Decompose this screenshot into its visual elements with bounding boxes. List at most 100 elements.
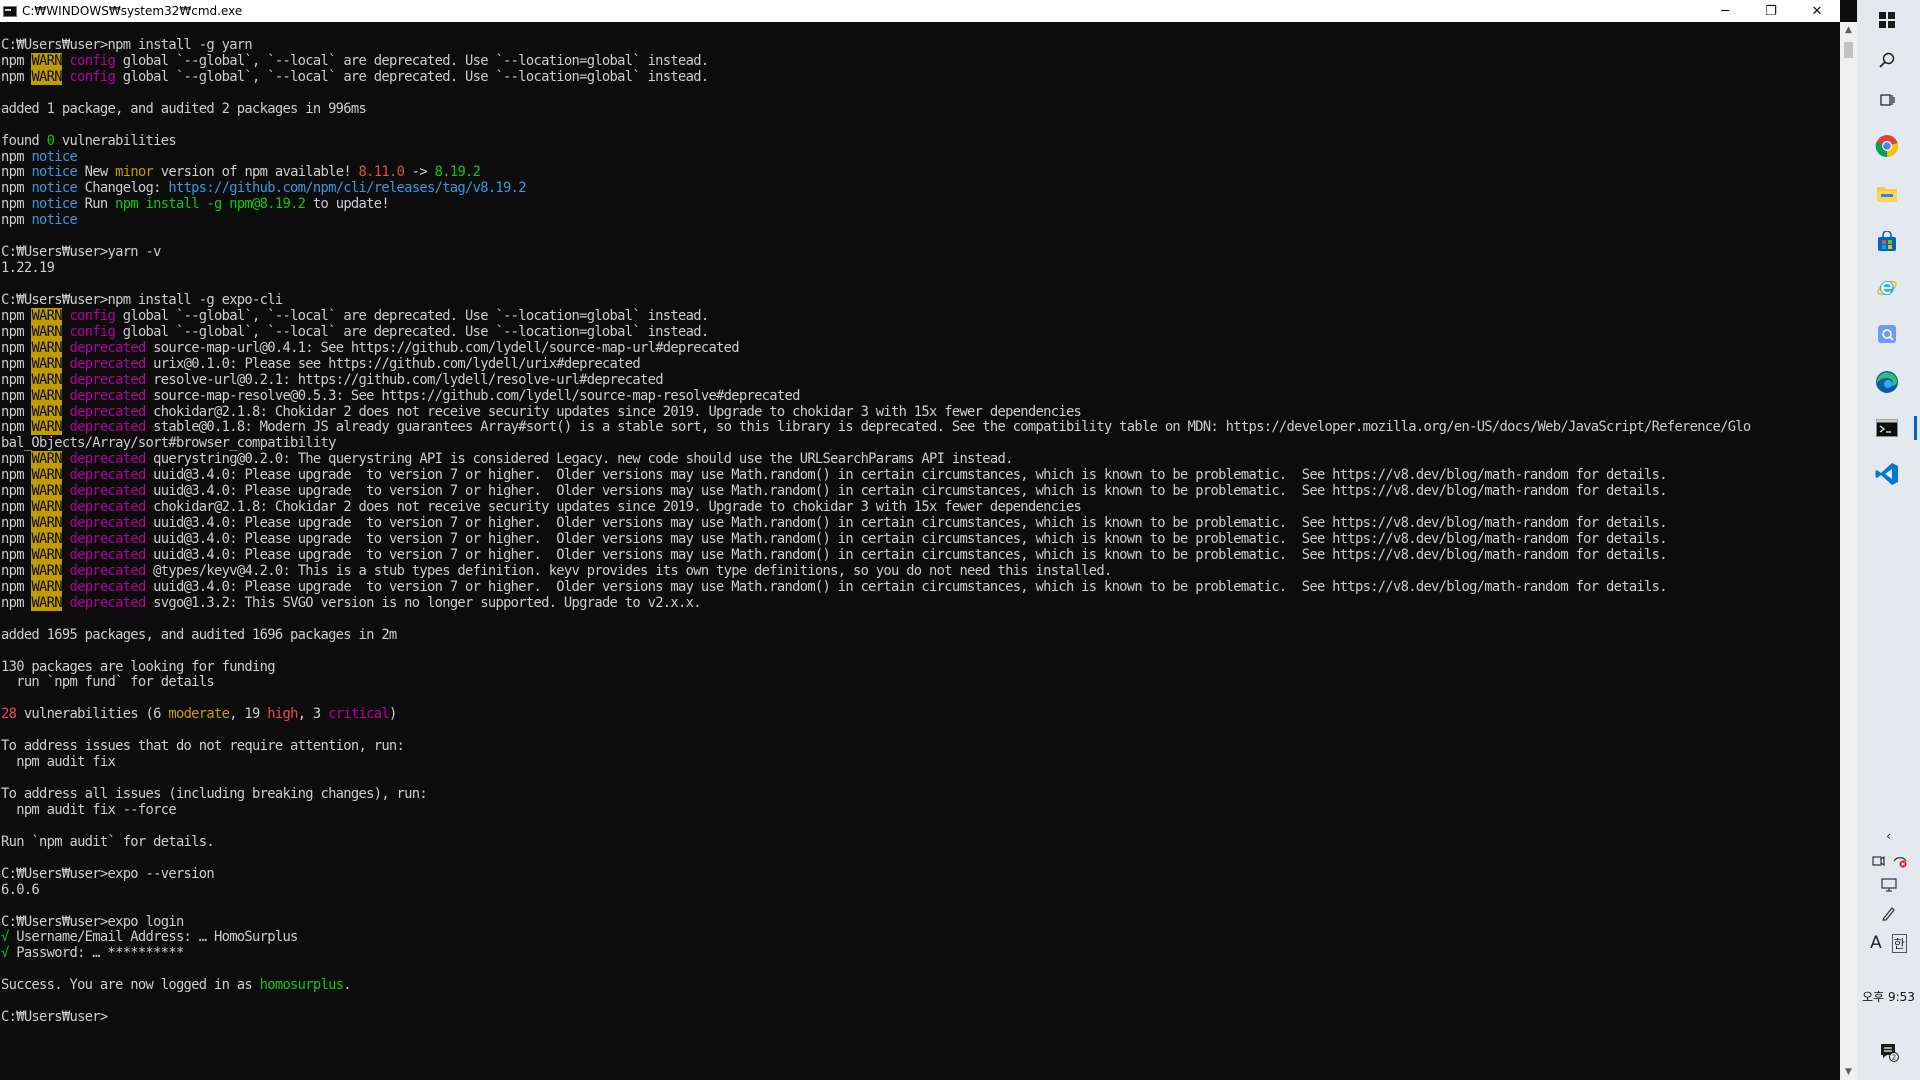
console-text: npm (1, 594, 32, 611)
console-line: C:₩Users₩user> (1, 1009, 1840, 1026)
console-text: ) (389, 706, 397, 723)
console-line: npm notice Changelog: https://github.com… (1, 180, 1840, 197)
notification-center-button[interactable]: 2 (1857, 1040, 1920, 1064)
scrollbar-thumb[interactable] (1844, 42, 1853, 58)
console-text: npm install -g npm@8.19.2 (115, 196, 306, 213)
tray-expand-button[interactable]: ‹ (1857, 826, 1920, 846)
task-view-button[interactable] (1865, 80, 1909, 120)
console-text: C:₩Users₩user>expo login (1, 913, 184, 930)
console-text: deprecated (69, 499, 146, 516)
warn-badge: WARN (31, 499, 63, 516)
console-line: 28 vulnerabilities (6 moderate, 19 high,… (1, 706, 1840, 723)
console-line: npm WARN config global `--global`, `--lo… (1, 52, 1840, 70)
console-line: npm audit fix (1, 754, 1840, 771)
console-line: npm notice (1, 212, 1840, 229)
console-line: C:₩Users₩user>expo --version (1, 866, 1840, 883)
cmd-app[interactable] (1865, 408, 1917, 448)
search-button[interactable] (1865, 40, 1909, 80)
console-line: run `npm fund` for details (1, 674, 1840, 691)
console-text: added 1 package, and audited 2 packages … (1, 100, 367, 117)
console-text: New (77, 164, 116, 181)
console-text: C:₩Users₩user> (1, 1009, 108, 1026)
ime-language-label: 한 (1891, 933, 1907, 953)
restore-button[interactable]: ❐ (1748, 0, 1794, 22)
console-text: deprecated (69, 419, 146, 436)
store-icon (1878, 231, 1896, 251)
console-text: npm (1, 355, 32, 372)
warn-badge: WARN (31, 323, 63, 340)
console-text: Password: … ********** (8, 945, 184, 962)
console-text: √ (1, 945, 9, 962)
console-text: config (69, 68, 116, 85)
scroll-down-icon[interactable]: ▼ (1840, 1064, 1857, 1080)
console-output[interactable]: C:₩Users₩user>npm install -g yarn npm WAR… (0, 22, 1840, 1080)
tray-pen-button[interactable] (1857, 902, 1920, 924)
console-text: Changelog: (77, 180, 169, 197)
console-lines: C:₩Users₩user>npm install -g yarn npm WAR… (0, 22, 1840, 1026)
console-text: run `npm fund` for details (1, 674, 214, 691)
console-text: version of npm available! (153, 164, 359, 181)
chevron-left-icon: ‹ (1886, 829, 1891, 843)
console-line: npm WARN deprecated uuid@3.4.0: Please u… (1, 578, 1840, 596)
console-text: deprecated (69, 387, 146, 404)
console-text: 8.19.2 (434, 164, 481, 181)
console-text: deprecated (69, 515, 146, 532)
warn-badge: WARN (31, 483, 63, 500)
internet-explorer-app[interactable] (1865, 268, 1909, 308)
console-text: npm (1, 562, 32, 579)
minimize-button[interactable]: ─ (1702, 0, 1748, 22)
vertical-scrollbar[interactable]: ▲ ▼ (1840, 22, 1857, 1080)
meet-now-icon[interactable] (1871, 854, 1885, 868)
console-text: homosurplus (259, 977, 344, 994)
taskbar-clock[interactable]: 오후 9:53 (1857, 988, 1920, 1005)
chrome-app[interactable] (1865, 126, 1909, 166)
edge-icon (1876, 371, 1898, 393)
snipping-app[interactable] (1865, 314, 1909, 354)
console-text: uuid@3.4.0: Please upgrade to version 7 … (145, 531, 1667, 547)
console-line: npm WARN config global `--global`, `--lo… (1, 323, 1840, 341)
console-line: C:₩Users₩user>npm install -g expo-cli (1, 292, 1840, 309)
edge-app[interactable] (1865, 362, 1909, 402)
console-text: source-map-url@0.4.1: See https://github… (145, 339, 739, 356)
console-text: npm (1, 467, 32, 484)
console-line: npm WARN config global `--global`, `--lo… (1, 307, 1840, 325)
network-error-icon[interactable] (1892, 854, 1907, 868)
scroll-up-icon[interactable]: ▲ (1840, 22, 1857, 38)
console-line: npm WARN deprecated uuid@3.4.0: Please u… (1, 467, 1840, 484)
console-line: npm WARN deprecated uuid@3.4.0: Please u… (1, 531, 1840, 548)
console-line: C:₩Users₩user>npm install -g yarn (1, 37, 1840, 54)
file-explorer-app[interactable] (1865, 174, 1909, 214)
warn-badge: WARN (31, 339, 63, 356)
close-button[interactable]: ✕ (1794, 0, 1840, 22)
console-text: critical (328, 706, 390, 723)
console-text: deprecated (69, 403, 146, 420)
console-text: svgo@1.3.2: This SVGO version is no long… (145, 594, 701, 611)
console-text: Success. You are now logged in as (1, 977, 260, 994)
console-text: 28 (1, 706, 17, 723)
console-text: uuid@3.4.0: Please upgrade to version 7 … (145, 546, 1667, 563)
display-icon[interactable] (1880, 878, 1897, 892)
microsoft-store-app[interactable] (1865, 222, 1909, 262)
console-line: npm WARN deprecated querystring@0.2.0: T… (1, 451, 1840, 468)
window-titlebar[interactable]: C:₩WINDOWS₩system32₩cmd.exe ─ ❐ ✕ (0, 0, 1840, 22)
ime-indicator[interactable]: A 한 (1857, 932, 1920, 954)
console-text: chokidar@2.1.8: Chokidar 2 does not rece… (145, 499, 1082, 516)
vscode-app[interactable] (1865, 454, 1909, 494)
console-text: high (267, 706, 298, 723)
console-line: npm notice New minor version of npm avai… (1, 164, 1840, 181)
console-line: npm WARN deprecated stable@0.1.8: Modern… (1, 419, 1840, 436)
console-text: deprecated (69, 355, 146, 372)
console-text: Username/Email Address: … HomoSurplus (8, 929, 298, 946)
console-text: npm (1, 483, 32, 500)
console-line: bal_Objects/Array/sort#browser_compatibi… (1, 435, 1840, 452)
console-line: To address all issues (including breakin… (1, 786, 1840, 803)
console-text: config (69, 323, 116, 340)
console-text: notice (31, 164, 78, 181)
start-button[interactable] (1865, 0, 1909, 40)
pen-icon (1881, 907, 1895, 921)
